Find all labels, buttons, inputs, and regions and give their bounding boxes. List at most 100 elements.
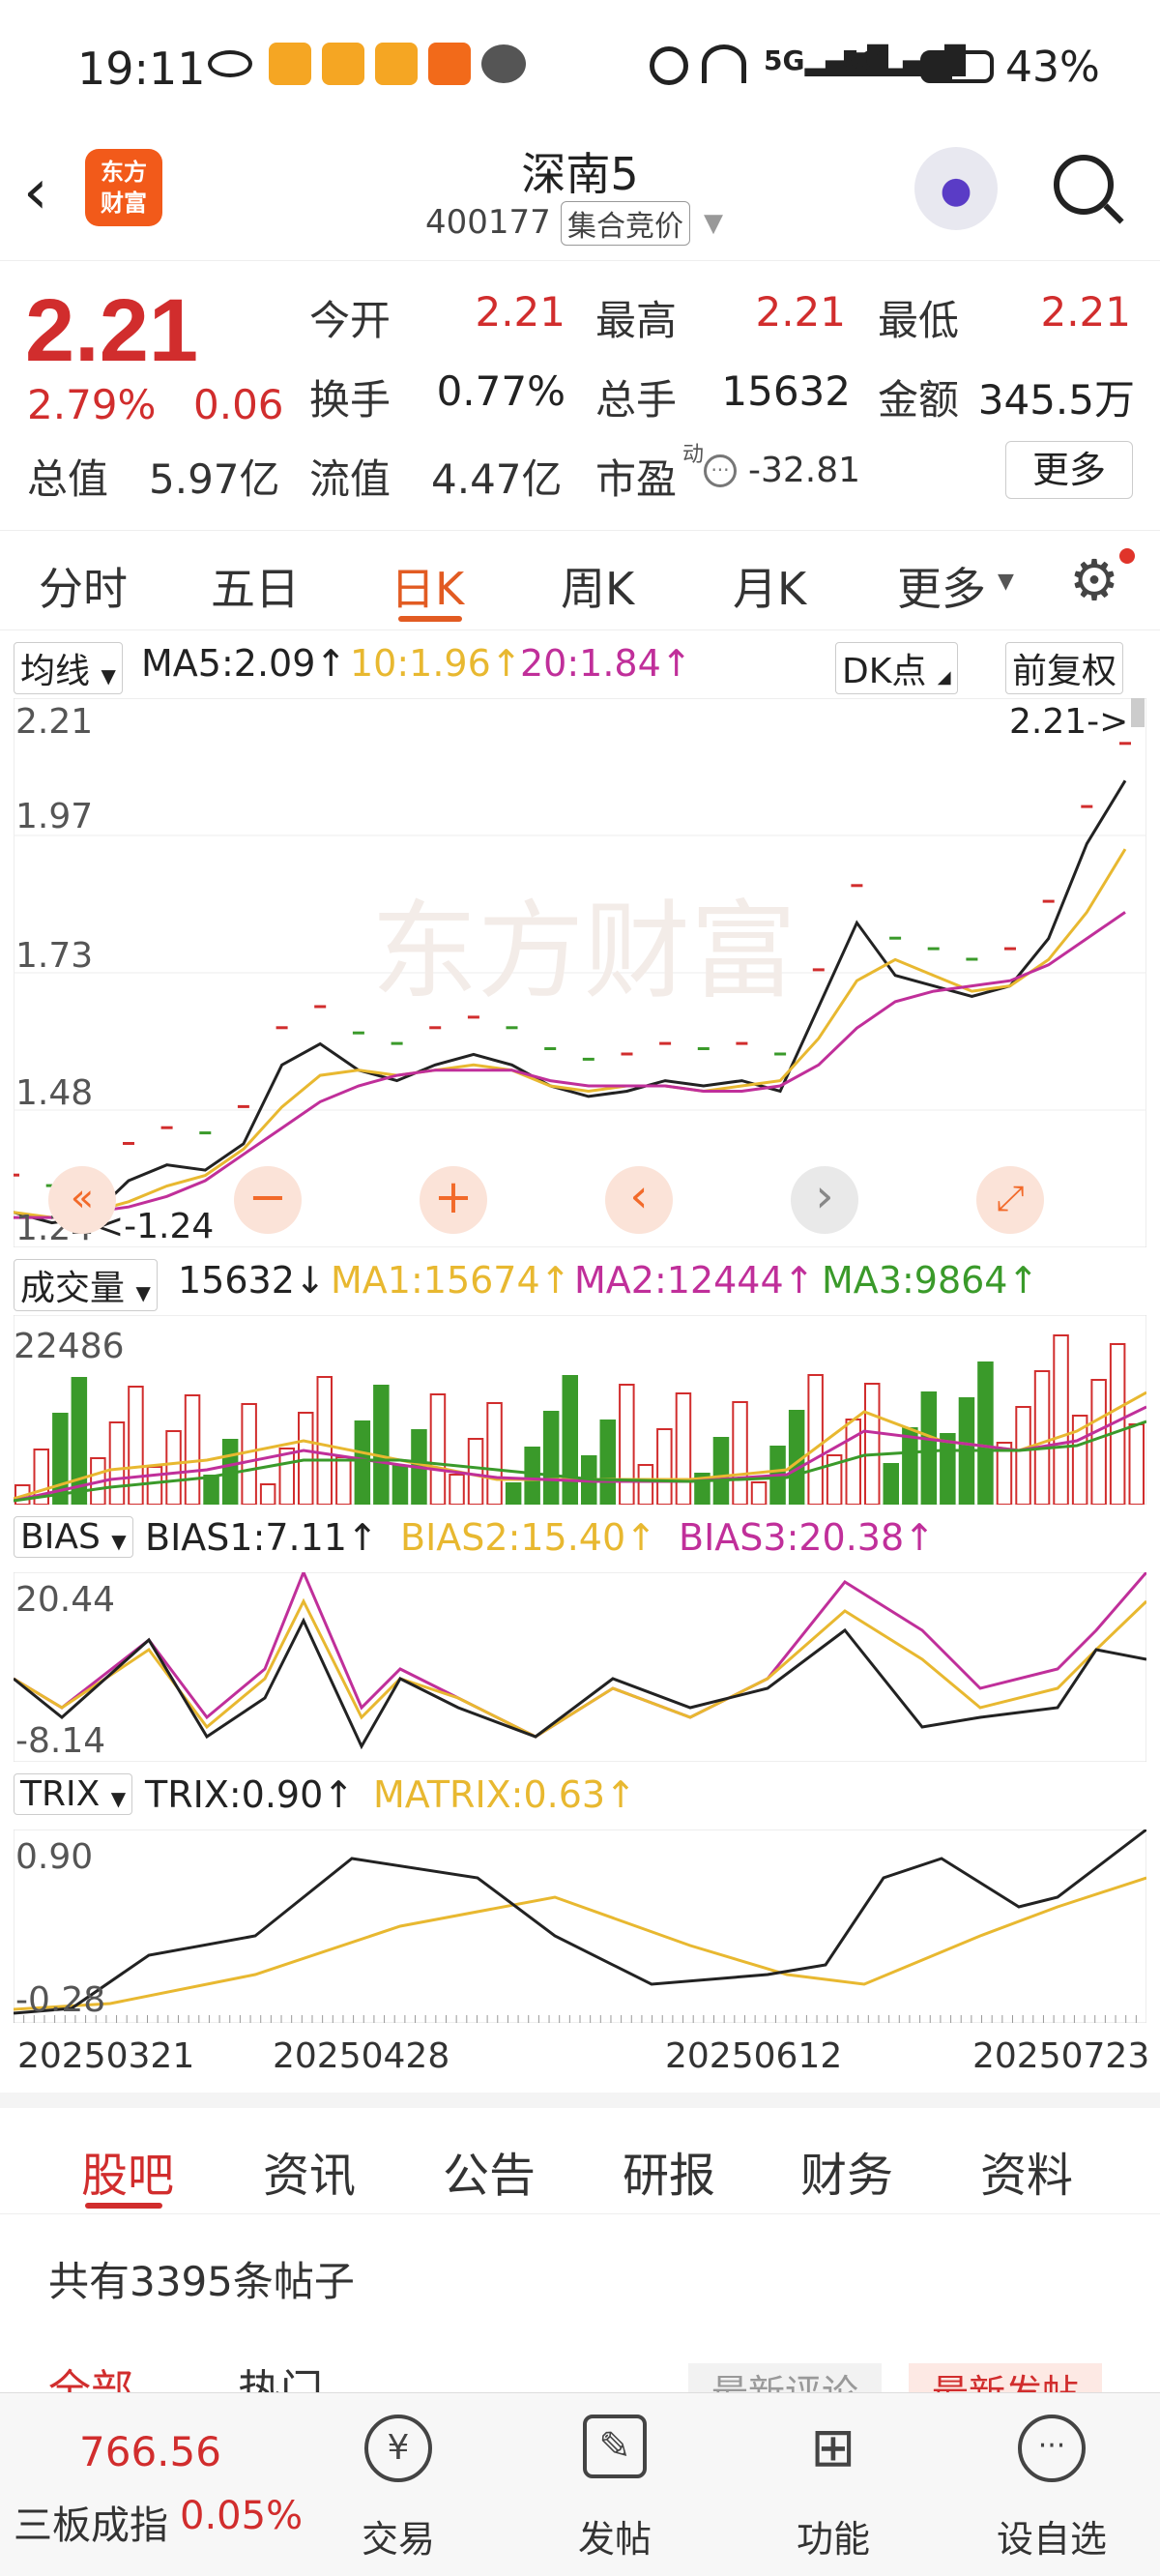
nav-functions[interactable]: 功能 — [756, 2509, 911, 2562]
volume-chart[interactable] — [14, 1315, 1146, 1505]
candle-mark — [237, 1104, 249, 1108]
bias-selector[interactable]: BIAS ▼ — [14, 1516, 133, 1558]
matrix-value: MATRIX:0.63 — [373, 1773, 606, 1816]
wechat-icon — [481, 44, 526, 83]
volume-selector[interactable]: 成交量 ▼ — [14, 1259, 158, 1311]
date-label-4: 20250723 — [972, 2036, 1150, 2076]
volume-bar — [467, 1438, 484, 1505]
weibo-icon — [269, 43, 311, 85]
bias1-legend: BIAS1:7.11↑ — [145, 1516, 378, 1559]
tab-monthly-k[interactable]: 月K — [733, 554, 806, 618]
fullscreen-icon[interactable]: ⤢ — [976, 1166, 1044, 1234]
active-tab-indicator — [398, 616, 462, 622]
hotspot-icon — [702, 44, 746, 83]
zoom-out-icon[interactable]: − — [234, 1166, 302, 1234]
pe-info-icon[interactable]: ··· — [704, 454, 737, 487]
candle-mark — [14, 1173, 19, 1177]
assistant-avatar[interactable] — [914, 147, 998, 230]
volume-bar — [712, 1437, 730, 1505]
scroll-right-icon[interactable]: › — [791, 1166, 858, 1234]
tab-daily-k[interactable]: 日K — [391, 554, 464, 618]
trix-y-bottom: -0.28 — [15, 1980, 106, 2020]
more-quote-button[interactable]: 更多 — [1005, 441, 1133, 499]
tab-more[interactable]: 更多 — [897, 554, 986, 618]
adjust-button[interactable]: 前复权 — [1005, 642, 1124, 694]
volume-bar — [1033, 1370, 1051, 1505]
watchlist-icon[interactable]: ··· — [974, 2415, 1129, 2482]
candle-mark — [506, 1026, 518, 1030]
volume-bar — [128, 1386, 144, 1505]
caret-down-icon: ▼ — [998, 570, 1014, 594]
volume-bar — [883, 1463, 899, 1505]
amount-value: 345.5万 — [977, 376, 1135, 424]
volume-bar — [505, 1482, 522, 1505]
post-icon[interactable]: ✎ — [537, 2415, 692, 2478]
ma-selector[interactable]: 均线 ▼ — [14, 642, 123, 694]
candle-mark — [851, 884, 863, 888]
mcap-value: 5.97亿 — [149, 455, 280, 503]
turnover-label: 换手 — [309, 376, 392, 424]
volume-value: 15632↓ — [178, 1259, 326, 1302]
tab-announcements[interactable]: 公告 — [443, 2137, 536, 2205]
eye-icon — [208, 50, 252, 77]
volume-bar — [750, 1481, 768, 1505]
trix-selector[interactable]: TRIX ▼ — [14, 1773, 133, 1815]
pe-superscript: 动 — [682, 443, 705, 467]
tab-forum[interactable]: 股吧 — [81, 2137, 174, 2205]
nav-post[interactable]: 发帖 — [537, 2509, 692, 2562]
tab-five-day[interactable]: 五日 — [211, 554, 300, 618]
candle-mark — [621, 1052, 633, 1056]
candle-mark — [774, 1052, 787, 1056]
kline-chart[interactable]: 东方财富 — [14, 698, 1146, 1247]
function-grid-icon[interactable]: ⊞ — [756, 2415, 911, 2482]
nav-trade[interactable]: 交易 — [321, 2509, 476, 2562]
bias2-legend: BIAS2:15.40↑ — [400, 1516, 657, 1559]
filter-latest-post[interactable]: 最新发帖 — [909, 2363, 1103, 2392]
amount-label: 金额 — [878, 376, 960, 424]
bias-chart[interactable] — [14, 1572, 1146, 1762]
low-value: 2.21 — [1040, 288, 1131, 336]
current-price: 2.21 — [25, 281, 199, 380]
tab-news[interactable]: 资讯 — [263, 2137, 356, 2205]
candle-mark — [544, 1047, 557, 1050]
dk-point-button[interactable]: DK点 ◢ — [835, 642, 958, 694]
trix-chart[interactable] — [14, 1830, 1146, 2023]
volume-bar — [562, 1375, 578, 1505]
candle-mark — [1004, 947, 1016, 951]
tab-research[interactable]: 研报 — [623, 2137, 715, 2205]
settings-icon[interactable]: ⚙ — [1069, 552, 1119, 608]
volume-bar — [542, 1411, 560, 1505]
ma10-legend: 10:1.96↑ — [350, 642, 522, 685]
kline-y-3: 1.73 — [15, 936, 94, 976]
kline-max-marker: 2.21-> — [1009, 702, 1129, 742]
vol-ma2-value: MA2:12444 — [574, 1259, 784, 1302]
nav-add-watchlist[interactable]: 设自选 — [974, 2509, 1129, 2562]
ma-selector-label: 均线 — [20, 652, 91, 691]
volume-bar — [392, 1465, 409, 1505]
filter-hot[interactable]: 热门 — [238, 2356, 323, 2392]
index-name[interactable]: 三板成指 — [14, 2494, 168, 2550]
tab-intraday[interactable]: 分时 — [39, 554, 128, 618]
tab-finance[interactable]: 财务 — [800, 2137, 893, 2205]
high-value: 2.21 — [755, 288, 846, 336]
tab-profile[interactable]: 资料 — [980, 2137, 1073, 2205]
bias-y-top: 20.44 — [15, 1580, 116, 1620]
app-notification-icon — [428, 43, 471, 85]
chevron-down-icon[interactable]: ▼ — [704, 209, 723, 238]
filter-latest-comment[interactable]: 最新评论 — [688, 2363, 883, 2392]
trix-legend: TRIX:0.90↑ — [145, 1773, 355, 1816]
trade-icon[interactable]: ¥ — [321, 2415, 476, 2482]
zoom-in-icon[interactable]: + — [420, 1166, 487, 1234]
volume-bar — [675, 1392, 692, 1505]
candle-mark — [736, 1041, 748, 1045]
ma20-legend-value: 20:1.84 — [520, 642, 661, 685]
tab-weekly-k[interactable]: 周K — [561, 554, 634, 618]
bottom-navigation: 766.56 三板成指 0.05% ¥ 交易 ✎ 发帖 ⊞ 功能 ··· 设自选 — [0, 2392, 1160, 2576]
high-label: 最高 — [595, 297, 678, 344]
filter-all[interactable]: 全部 — [48, 2356, 133, 2392]
scroll-left-icon[interactable]: ‹ — [605, 1166, 673, 1234]
post-filter-row: 全部 热门 最新评论 最新发帖 — [0, 2350, 1160, 2392]
scroll-left-fast-icon[interactable]: « — [48, 1166, 116, 1234]
kline-y-top: 2.21 — [15, 702, 94, 742]
pe-value: -32.81 — [748, 451, 861, 490]
